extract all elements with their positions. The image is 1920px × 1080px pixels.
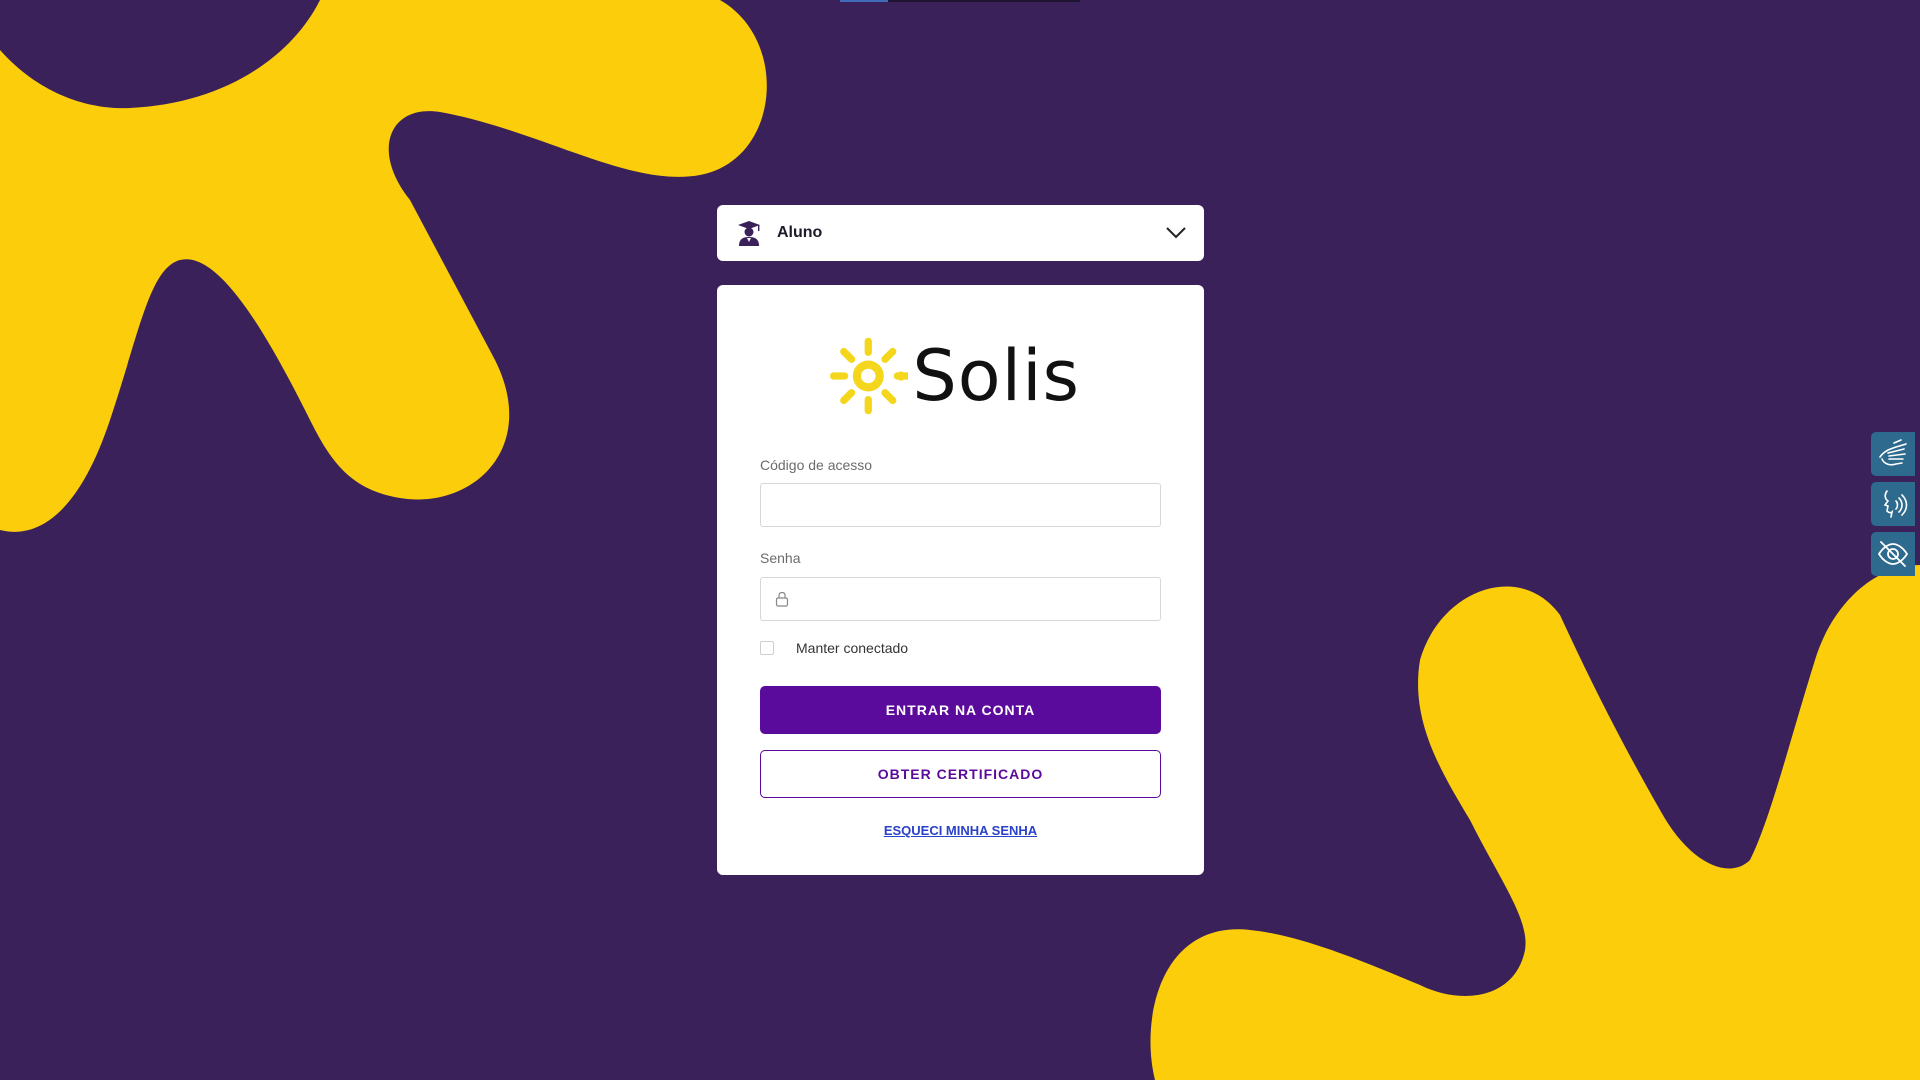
remember-checkbox[interactable] <box>760 641 774 655</box>
audio-description-icon <box>1883 490 1908 518</box>
low-vision-icon <box>1877 541 1909 567</box>
login-card: Solis Código de acesso Senha Manter cone… <box>717 285 1204 875</box>
loading-bar <box>840 0 1080 2</box>
chevron-down-icon <box>1166 227 1186 239</box>
brand-name: Solis <box>912 335 1080 417</box>
low-vision-button[interactable] <box>1871 532 1915 576</box>
profile-select[interactable]: Aluno <box>717 205 1204 261</box>
access-code-input[interactable] <box>760 483 1161 527</box>
sign-language-button[interactable] <box>1871 432 1915 476</box>
remember-me[interactable]: Manter conectado <box>760 640 908 656</box>
password-field[interactable] <box>760 577 1161 621</box>
remember-label: Manter conectado <box>796 640 909 656</box>
get-certificate-button[interactable]: OBTER CERTIFICADO <box>760 750 1161 798</box>
password-label: Senha <box>760 550 801 566</box>
solis-logo: Solis <box>830 330 1080 422</box>
loading-bar-accent <box>840 0 888 2</box>
audio-description-button[interactable] <box>1871 482 1915 526</box>
password-input[interactable] <box>789 578 1160 620</box>
login-button[interactable]: ENTRAR NA CONTA <box>760 686 1161 734</box>
lock-icon <box>775 591 789 607</box>
sign-language-icon <box>1879 439 1907 466</box>
profile-select-value: Aluno <box>777 224 823 241</box>
login-page: Aluno Solis Código de acesso Senha Mante… <box>0 0 1920 1080</box>
sun-icon <box>830 337 909 415</box>
student-icon <box>738 221 760 246</box>
access-code-label: Código de acesso <box>760 457 873 473</box>
forgot-password-link[interactable]: ESQUECI MINHA SENHA <box>717 823 1204 838</box>
